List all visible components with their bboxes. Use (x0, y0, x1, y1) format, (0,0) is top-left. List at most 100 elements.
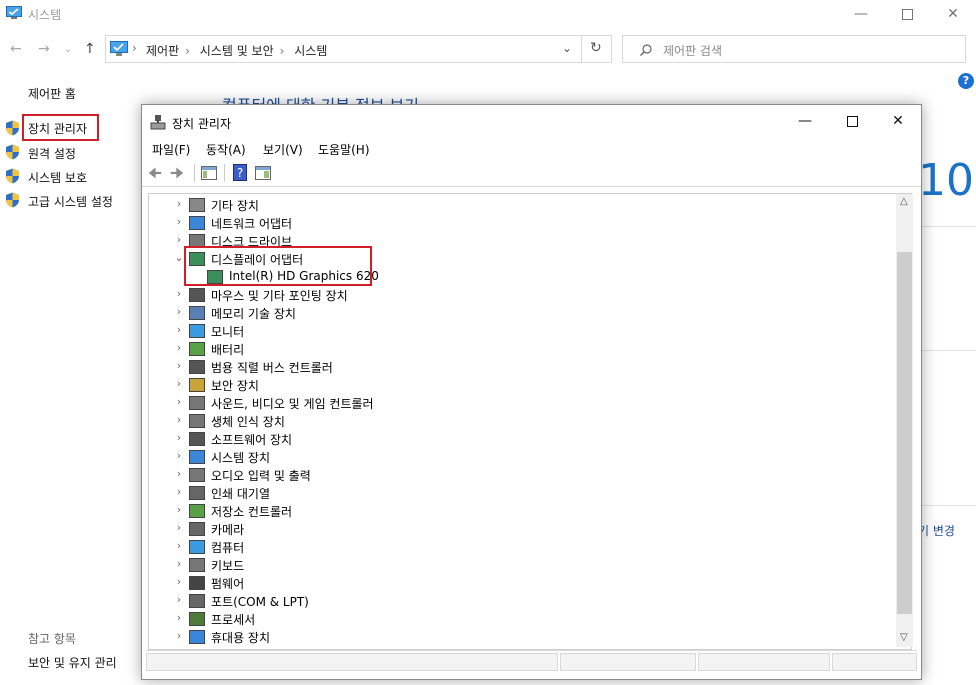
tree-category-item[interactable]: › 모니터 (149, 322, 889, 340)
collapsed-chevron-icon[interactable]: › (174, 629, 184, 642)
tree-category-item[interactable]: › 네트워크 어댑터 (149, 214, 889, 232)
help-icon[interactable]: ? (958, 73, 974, 89)
security-maintenance-link[interactable]: 보안 및 유지 관리 (28, 654, 117, 671)
recent-dropdown-icon[interactable]: ⌄ (64, 44, 72, 55)
left-link-device-manager[interactable]: 장치 관리자 (28, 120, 87, 137)
control-panel-home-link[interactable]: 제어판 홈 (28, 85, 76, 102)
tree-category-item[interactable]: › 오디오 입력 및 출력 (149, 466, 889, 484)
scrollbar-thumb[interactable] (897, 252, 912, 614)
shield-icon (6, 120, 19, 136)
minimize-button[interactable]: — (838, 0, 884, 28)
left-link-remote-settings[interactable]: 원격 설정 (28, 145, 76, 162)
collapsed-chevron-icon[interactable]: › (174, 413, 184, 426)
tree-category-item[interactable]: › 인쇄 대기열 (149, 484, 889, 502)
collapsed-chevron-icon[interactable]: › (174, 521, 184, 534)
security-device-icon (189, 378, 205, 392)
forward-arrow-icon[interactable]: → (38, 41, 50, 57)
fingerprint-icon (189, 414, 205, 428)
monitor-icon (189, 324, 205, 338)
collapsed-chevron-icon[interactable]: › (174, 215, 184, 228)
collapsed-chevron-icon[interactable]: › (174, 395, 184, 408)
menu-help[interactable]: 도움말(H) (318, 141, 370, 158)
tree-item-label: 저장소 컨트롤러 (211, 505, 293, 519)
collapsed-chevron-icon[interactable]: › (174, 611, 184, 624)
collapsed-chevron-icon[interactable]: › (174, 557, 184, 570)
tree-category-item[interactable]: › 기타 장치 (149, 196, 889, 214)
collapsed-chevron-icon[interactable]: › (174, 359, 184, 372)
breadcrumb-item[interactable]: 시스템 및 보안 (200, 44, 274, 58)
tree-category-item[interactable]: › 포트(COM & LPT) (149, 592, 889, 610)
collapsed-chevron-icon[interactable]: › (174, 575, 184, 588)
back-arrow-icon[interactable]: 🠈 (148, 163, 162, 188)
close-icon: ✕ (947, 6, 959, 22)
breadcrumb-item[interactable]: 제어판 (146, 44, 179, 58)
up-arrow-icon[interactable]: ↑ (84, 41, 96, 57)
scroll-up-icon[interactable]: △ (900, 196, 908, 207)
tree-category-item[interactable]: › 프로세서 (149, 610, 889, 628)
collapsed-chevron-icon[interactable]: › (174, 341, 184, 354)
expanded-chevron-icon[interactable]: ⌄ (174, 251, 184, 264)
collapsed-chevron-icon[interactable]: › (174, 197, 184, 210)
menu-file[interactable]: 파일(F) (152, 141, 190, 158)
tree-category-item[interactable]: › 펌웨어 (149, 574, 889, 592)
collapsed-chevron-icon[interactable]: › (174, 593, 184, 606)
left-link-system-protection[interactable]: 시스템 보호 (28, 169, 87, 186)
forward-arrow-icon[interactable]: 🠊 (170, 163, 184, 188)
dm-minimize-button[interactable]: — (782, 107, 828, 135)
status-bar (146, 650, 917, 673)
tree-category-item[interactable]: › 시스템 장치 (149, 448, 889, 466)
collapsed-chevron-icon[interactable]: › (174, 287, 184, 300)
tree-category-item[interactable]: › 휴대용 장치 (149, 628, 889, 646)
collapsed-chevron-icon[interactable]: › (174, 485, 184, 498)
see-also-heading: 참고 항목 (28, 632, 76, 646)
back-arrow-icon[interactable]: ← (10, 41, 22, 57)
show-hide-console-tree-icon[interactable] (201, 166, 217, 180)
breadcrumb-item[interactable]: 시스템 (294, 44, 327, 58)
properties-panel-icon[interactable] (255, 166, 271, 180)
tree-category-item[interactable]: › 생체 인식 장치 (149, 412, 889, 430)
search-input[interactable]: 제어판 검색 (663, 42, 722, 59)
address-dropdown-icon[interactable]: ⌄ (562, 41, 572, 55)
dm-maximize-button[interactable] (829, 107, 875, 135)
menu-view[interactable]: 보기(V) (263, 141, 303, 158)
tree-category-item[interactable]: › 메모리 기술 장치 (149, 304, 889, 322)
tree-category-item[interactable]: › 범용 직렬 버스 컨트롤러 (149, 358, 889, 376)
usb-icon (189, 360, 205, 374)
refresh-icon[interactable]: ↻ (590, 40, 602, 56)
change-settings-link-partial[interactable]: 기 변경 (918, 522, 955, 539)
address-bar[interactable]: › 제어판 › 시스템 및 보안 › 시스템 ⌄ ↻ (105, 35, 612, 63)
close-button[interactable]: ✕ (930, 0, 976, 28)
collapsed-chevron-icon[interactable]: › (174, 467, 184, 480)
tree-item-label: 프로세서 (211, 613, 256, 627)
collapsed-chevron-icon[interactable]: › (174, 233, 184, 246)
collapsed-chevron-icon[interactable]: › (174, 431, 184, 444)
sound-icon (189, 396, 205, 410)
firmware-icon (189, 576, 205, 590)
collapsed-chevron-icon[interactable]: › (174, 539, 184, 552)
tree-category-item[interactable]: › 배터리 (149, 340, 889, 358)
tree-category-item[interactable]: › 카메라 (149, 520, 889, 538)
collapsed-chevron-icon[interactable]: › (174, 305, 184, 318)
tree-category-item[interactable]: › 마우스 및 기타 포인팅 장치 (149, 286, 889, 304)
breadcrumb-root-chevron-icon[interactable]: › (132, 41, 137, 55)
divider (920, 505, 976, 506)
help-book-icon[interactable]: ? (233, 164, 247, 181)
tree-category-item[interactable]: › 컴퓨터 (149, 538, 889, 556)
collapsed-chevron-icon[interactable]: › (174, 323, 184, 336)
tree-category-item[interactable]: › 소프트웨어 장치 (149, 430, 889, 448)
collapsed-chevron-icon[interactable]: › (174, 377, 184, 390)
scroll-down-icon[interactable]: ▽ (900, 632, 908, 643)
tree-category-item[interactable]: › 저장소 컨트롤러 (149, 502, 889, 520)
collapsed-chevron-icon[interactable]: › (174, 503, 184, 516)
tree-scrollbar[interactable]: △ ▽ (896, 194, 913, 647)
maximize-button[interactable] (884, 0, 930, 28)
left-link-advanced-settings[interactable]: 고급 시스템 설정 (28, 193, 113, 210)
collapsed-chevron-icon[interactable]: › (174, 449, 184, 462)
dm-close-button[interactable]: ✕ (875, 107, 921, 135)
tree-category-item[interactable]: › 사운드, 비디오 및 게임 컨트롤러 (149, 394, 889, 412)
tree-category-item[interactable]: › 보안 장치 (149, 376, 889, 394)
menu-action[interactable]: 동작(A) (206, 141, 246, 158)
tree-category-item[interactable]: › 키보드 (149, 556, 889, 574)
device-manager-icon (150, 115, 166, 130)
search-box[interactable]: 제어판 검색 (622, 35, 966, 63)
